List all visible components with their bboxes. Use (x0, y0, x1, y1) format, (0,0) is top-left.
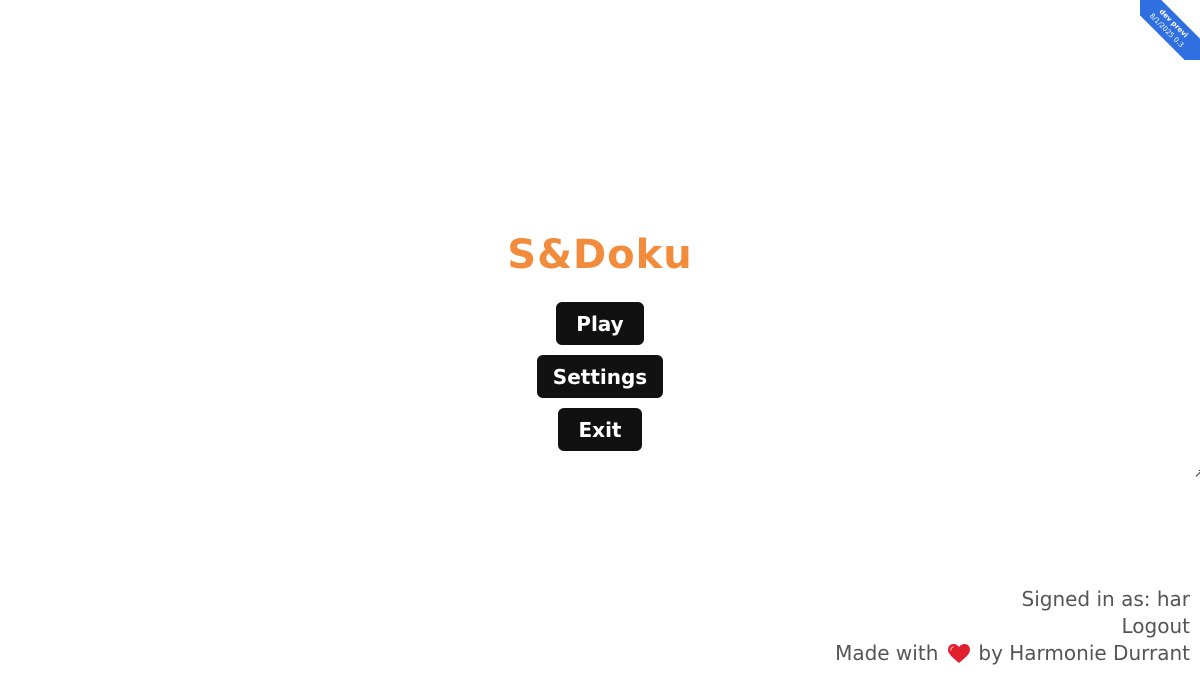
app-title: S&Doku (507, 232, 693, 278)
made-with-label: Made with (835, 641, 939, 665)
settings-button[interactable]: Settings (537, 355, 663, 398)
footer: Signed in as: har Logout Made with by Ha… (835, 586, 1190, 667)
exit-button[interactable]: Exit (558, 408, 642, 451)
heart-icon (948, 643, 971, 664)
dev-preview-banner: dev previ 8/1/2025 0.3 (1140, 0, 1200, 60)
mouse-cursor-icon: ↗ (1194, 466, 1200, 480)
dev-preview-ribbon: dev previ 8/1/2025 0.3 (1140, 0, 1200, 60)
play-button[interactable]: Play (556, 302, 644, 345)
credits: Made with by Harmonie Durrant (835, 640, 1190, 667)
signed-in-status: Signed in as: har (1021, 587, 1191, 611)
ribbon-version: 8/1/2025 0.3 (1147, 11, 1186, 50)
logout-link[interactable]: Logout (835, 613, 1190, 640)
main-menu-screen: dev previ 8/1/2025 0.3 S&Doku Play Setti… (0, 0, 1200, 675)
author-label: by Harmonie Durrant (978, 641, 1190, 665)
main-menu: S&Doku Play Settings Exit (0, 230, 1200, 461)
